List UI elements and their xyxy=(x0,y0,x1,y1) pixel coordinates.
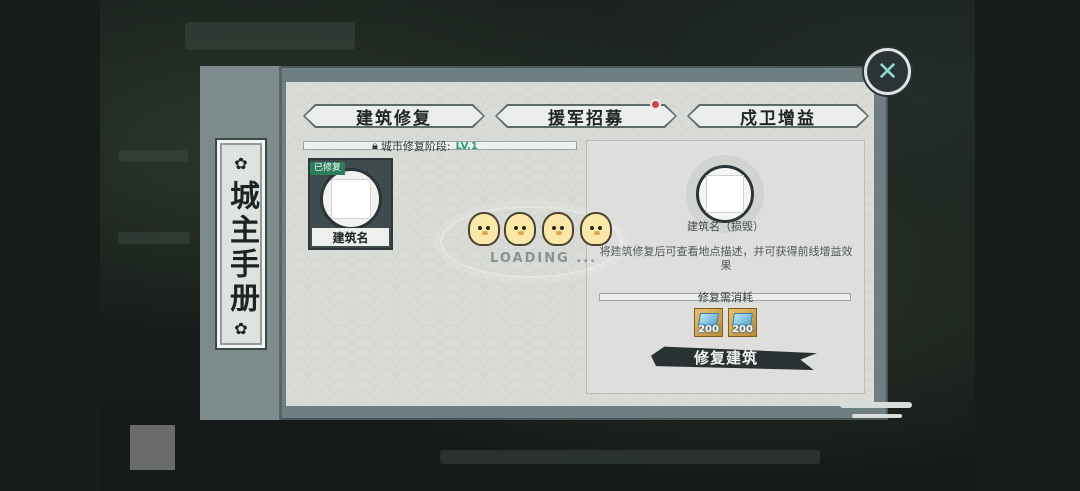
cost-amount: 200 xyxy=(732,324,753,335)
repair-stage-label: 🔒︎ 城市修复阶段: LV.1 xyxy=(372,138,478,154)
stage-label-text: 城市修复阶段: xyxy=(380,140,451,153)
background-blur-block xyxy=(118,232,190,244)
cost-label: 修复需消耗 xyxy=(698,291,753,304)
detail-building-name: 建筑名（损毁） xyxy=(687,220,764,233)
background-right-edge xyxy=(975,0,1080,491)
close-button[interactable]: ✕ xyxy=(864,48,911,95)
notification-dot-icon xyxy=(650,99,661,110)
clover-icon: ✿ xyxy=(234,154,248,173)
tab-garrison-buff[interactable]: 戍卫增益 xyxy=(689,106,867,126)
cost-amount: 200 xyxy=(698,324,719,335)
ticket-icon[interactable]: 200 xyxy=(728,308,757,337)
tab-reinforcement-recruit[interactable]: 援军招募 xyxy=(497,106,675,126)
stage-level: LV.1 xyxy=(455,140,478,152)
lock-icon: 🔒︎ xyxy=(372,139,378,152)
background-blur-block xyxy=(440,450,820,464)
building-card[interactable]: 已修复 建筑名 xyxy=(308,158,393,250)
handbook-title-plate: ✿ 城主手册 ✿ xyxy=(215,138,267,350)
clover-icon: ✿ xyxy=(234,319,248,338)
handbook-title: 城主手册 xyxy=(224,180,259,316)
chick-icon xyxy=(504,212,536,246)
chick-icon xyxy=(580,212,612,246)
building-image xyxy=(320,168,382,230)
chick-icon xyxy=(542,212,574,246)
decorative-swoosh xyxy=(840,402,912,408)
background-left-edge xyxy=(0,0,100,491)
repair-building-button[interactable]: 修复建筑 xyxy=(651,344,801,370)
background-blur-block xyxy=(118,150,188,162)
ticket-icon[interactable]: 200 xyxy=(694,308,723,337)
detail-description: 将建筑修复后可查看地点描述，并可获得前线增益效果 xyxy=(599,245,853,272)
decorative-swoosh xyxy=(852,414,902,418)
repaired-badge: 已修复 xyxy=(310,162,346,175)
background-blur-block xyxy=(185,22,355,50)
background-thumbnail xyxy=(130,425,175,470)
tab-building-repair[interactable]: 建筑修复 xyxy=(305,106,483,126)
loading-text: LOADING ... xyxy=(490,251,598,266)
chick-icon xyxy=(468,212,500,246)
close-icon: ✕ xyxy=(876,56,899,87)
building-name: 建筑名 xyxy=(312,228,389,246)
